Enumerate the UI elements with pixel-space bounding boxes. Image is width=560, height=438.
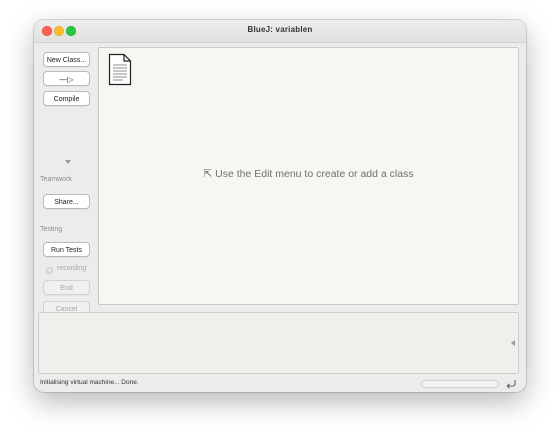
run-tests-button[interactable]: Run Tests bbox=[43, 242, 90, 257]
share-button[interactable]: Share... bbox=[43, 194, 90, 209]
end-button[interactable]: End bbox=[43, 280, 90, 295]
testing-label: Testing bbox=[40, 226, 63, 233]
recording-indicator bbox=[46, 267, 53, 274]
collapse-triangle-icon[interactable] bbox=[65, 160, 71, 164]
vm-progress-bar bbox=[421, 380, 499, 388]
screen: BlueJ: variablen New Class... —▷ Compile… bbox=[0, 0, 560, 438]
empty-project-hint: ⇱ Use the Edit menu to create or add a c… bbox=[203, 168, 414, 180]
class-diagram-canvas[interactable]: ⇱ Use the Edit menu to create or add a c… bbox=[98, 47, 519, 305]
object-bench[interactable] bbox=[38, 312, 519, 374]
reset-vm-icon[interactable] bbox=[505, 378, 517, 390]
expand-triangle-icon[interactable] bbox=[511, 340, 515, 346]
compile-button[interactable]: Compile bbox=[43, 91, 90, 106]
sidebar: New Class... —▷ Compile Teamwork Share..… bbox=[34, 43, 96, 316]
inheritance-arrow-icon: —▷ bbox=[59, 75, 74, 84]
window-title: BlueJ: variablen bbox=[247, 25, 313, 34]
new-inheritance-arrow-button[interactable]: —▷ bbox=[43, 71, 90, 86]
status-message: Initialising virtual machine... Done. bbox=[40, 379, 139, 386]
readme-file-icon[interactable] bbox=[108, 53, 132, 86]
recording-label: recording bbox=[57, 265, 87, 272]
bluej-window: BlueJ: variablen New Class... —▷ Compile… bbox=[34, 20, 526, 392]
title-bar[interactable]: BlueJ: variablen bbox=[34, 20, 526, 43]
teamwork-label: Teamwork bbox=[40, 176, 72, 183]
status-bar: Initialising virtual machine... Done. bbox=[34, 376, 526, 392]
new-class-button[interactable]: New Class... bbox=[43, 52, 90, 67]
